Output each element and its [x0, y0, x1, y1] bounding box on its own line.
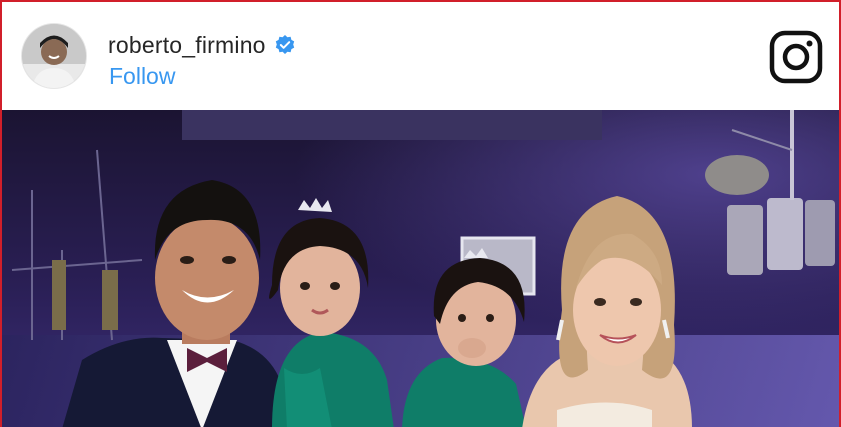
verified-badge-icon [274, 34, 296, 56]
post-photo[interactable] [2, 110, 839, 427]
post-header: roberto_firmino Follow [2, 2, 839, 109]
username-row: roberto_firmino [108, 32, 296, 58]
profile-avatar[interactable] [22, 24, 86, 88]
instagram-embed: roberto_firmino Follow [0, 0, 841, 427]
instagram-icon[interactable] [769, 30, 823, 84]
avatar-image [22, 24, 86, 88]
follow-button[interactable]: Follow [109, 63, 175, 90]
username-link[interactable]: roberto_firmino [108, 32, 266, 59]
family-photo [2, 110, 839, 427]
